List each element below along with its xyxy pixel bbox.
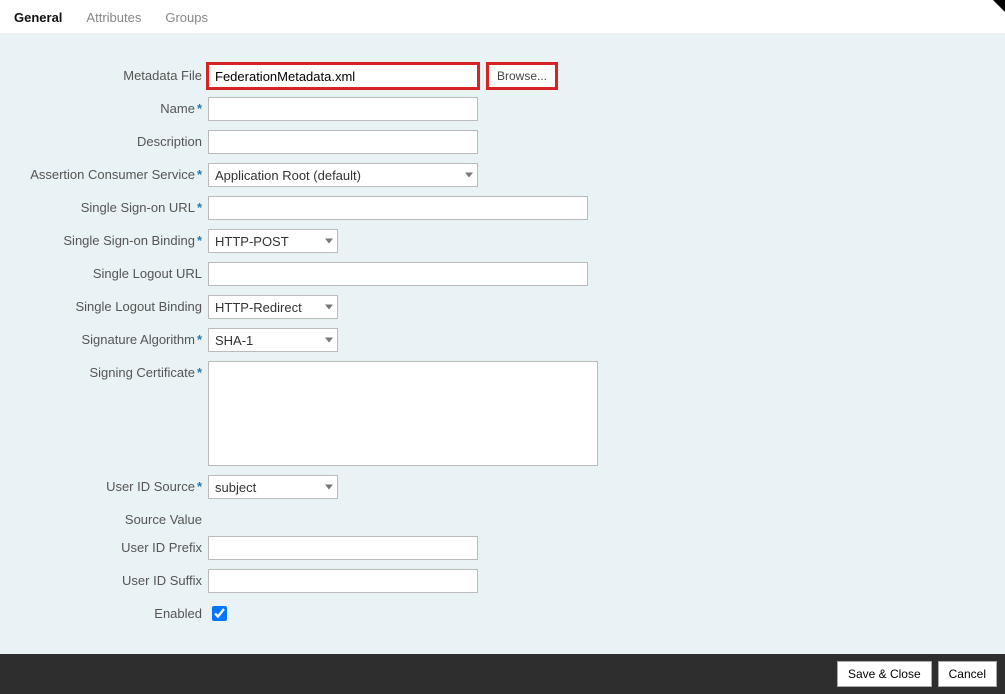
uid-suffix-input[interactable]	[208, 569, 478, 593]
sig-alg-select[interactable]: SHA-1	[208, 328, 338, 352]
form-panel: Metadata File Browse... Name* Descriptio…	[0, 34, 1005, 654]
tab-attributes[interactable]: Attributes	[86, 6, 141, 33]
acs-select-value: Application Root (default)	[215, 168, 361, 183]
metadata-file-input[interactable]	[208, 64, 478, 88]
tab-groups[interactable]: Groups	[165, 6, 208, 33]
uid-prefix-input[interactable]	[208, 536, 478, 560]
slo-binding-select[interactable]: HTTP-Redirect	[208, 295, 338, 319]
slo-url-input[interactable]	[208, 262, 588, 286]
chevron-down-icon	[325, 239, 333, 244]
sso-binding-select-value: HTTP-POST	[215, 234, 289, 249]
label-name: Name*	[0, 97, 208, 116]
uid-source-select[interactable]: subject	[208, 475, 338, 499]
label-sig-alg: Signature Algorithm*	[0, 328, 208, 347]
tab-general[interactable]: General	[14, 6, 62, 33]
chevron-down-icon	[325, 338, 333, 343]
chevron-down-icon	[465, 173, 473, 178]
chevron-down-icon	[325, 485, 333, 490]
label-source-value: Source Value	[0, 508, 208, 527]
label-uid-source: User ID Source*	[0, 475, 208, 494]
label-metadata-file: Metadata File	[0, 64, 208, 83]
sig-alg-select-value: SHA-1	[215, 333, 253, 348]
required-marker: *	[197, 365, 202, 380]
enabled-checkbox[interactable]	[212, 606, 227, 621]
label-sso-url: Single Sign-on URL*	[0, 196, 208, 215]
required-marker: *	[197, 233, 202, 248]
browse-button[interactable]: Browse...	[488, 64, 556, 88]
required-marker: *	[197, 101, 202, 116]
required-marker: *	[197, 200, 202, 215]
required-marker: *	[197, 332, 202, 347]
sso-url-input[interactable]	[208, 196, 588, 220]
required-marker: *	[197, 479, 202, 494]
label-uid-suffix: User ID Suffix	[0, 569, 208, 588]
label-uid-prefix: User ID Prefix	[0, 536, 208, 555]
uid-source-select-value: subject	[215, 480, 256, 495]
label-slo-binding: Single Logout Binding	[0, 295, 208, 314]
cancel-button[interactable]: Cancel	[938, 661, 997, 687]
required-marker: *	[197, 167, 202, 182]
page-corner-fold	[993, 0, 1005, 12]
label-description: Description	[0, 130, 208, 149]
name-input[interactable]	[208, 97, 478, 121]
label-enabled: Enabled	[0, 602, 208, 621]
chevron-down-icon	[325, 305, 333, 310]
label-slo-url: Single Logout URL	[0, 262, 208, 281]
footer-bar: Save & Close Cancel	[0, 654, 1005, 694]
description-input[interactable]	[208, 130, 478, 154]
acs-select[interactable]: Application Root (default)	[208, 163, 478, 187]
signing-cert-textarea[interactable]	[208, 361, 598, 466]
label-sso-binding: Single Sign-on Binding*	[0, 229, 208, 248]
label-acs: Assertion Consumer Service*	[0, 163, 208, 182]
sso-binding-select[interactable]: HTTP-POST	[208, 229, 338, 253]
save-close-button[interactable]: Save & Close	[837, 661, 932, 687]
tab-bar: General Attributes Groups	[0, 0, 1005, 34]
slo-binding-select-value: HTTP-Redirect	[215, 300, 302, 315]
label-signing-cert: Signing Certificate*	[0, 361, 208, 380]
